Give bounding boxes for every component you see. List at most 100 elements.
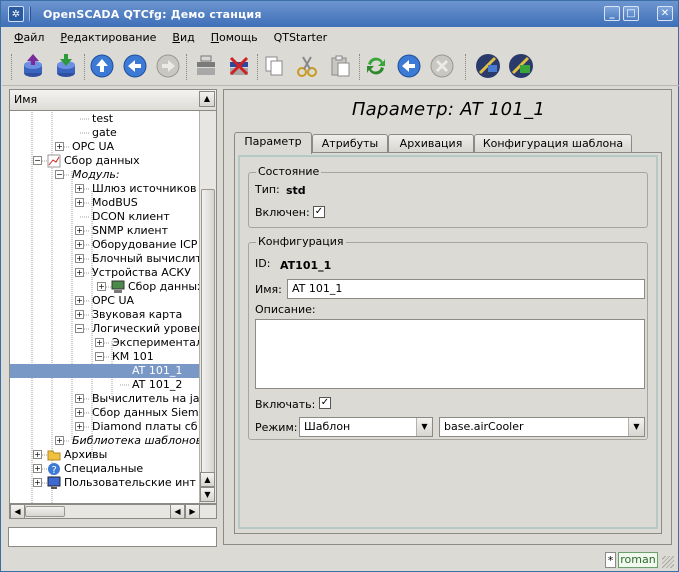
expand-icon[interactable]: + — [75, 310, 84, 319]
tree-header-name[interactable]: Имя ▲ — [9, 89, 217, 111]
enabled-label: Включен: — [255, 206, 310, 219]
tree-item[interactable]: AT 101_1 — [10, 364, 201, 378]
collapse-icon[interactable]: − — [95, 352, 104, 361]
expand-icon[interactable]: + — [55, 436, 64, 445]
copy-icon[interactable] — [260, 52, 288, 80]
tab-content: Состояние Тип: std Включен: ✓ Конфигурац… — [234, 152, 662, 534]
forward-icon[interactable] — [154, 52, 182, 80]
db-load-icon[interactable] — [19, 52, 47, 80]
add-item-icon[interactable] — [192, 52, 220, 80]
delete-item-icon[interactable] — [225, 52, 253, 80]
toolbar — [2, 48, 679, 86]
stop-icon[interactable] — [428, 52, 456, 80]
expand-icon[interactable]: + — [75, 184, 84, 193]
menu-item-1[interactable]: Редактирование — [60, 31, 156, 44]
collapse-icon[interactable]: − — [55, 170, 64, 179]
mode-select[interactable]: Шаблон ▼ — [299, 417, 433, 437]
name-field[interactable]: AT 101_1 — [287, 279, 645, 299]
expand-icon[interactable]: + — [75, 240, 84, 249]
up-icon[interactable] — [88, 52, 116, 80]
state-legend: Состояние — [256, 165, 322, 178]
expand-icon[interactable]: + — [75, 394, 84, 403]
enabled-checkbox[interactable]: ✓ — [313, 206, 325, 218]
tree-vertical-scrollbar[interactable]: ▲ ▼ — [199, 111, 216, 503]
tree-item-label: КМ 101 — [112, 350, 154, 363]
turn-on-checkbox[interactable]: ✓ — [319, 397, 331, 409]
template-select-value: base.airCooler — [444, 420, 524, 433]
tree-item-label: Пользовательские инт — [64, 476, 196, 489]
app-icon[interactable]: ✲ — [8, 6, 24, 22]
scroll-down-arrow-icon[interactable]: ▼ — [200, 487, 215, 502]
expand-icon[interactable]: + — [75, 296, 84, 305]
expand-icon[interactable]: + — [33, 464, 42, 473]
maximize-button[interactable]: □ — [623, 6, 639, 21]
window-title: OpenSCADA QTCfg: Демо станция — [43, 7, 262, 21]
tree-item-label: Звуковая карта — [92, 308, 183, 321]
expand-icon[interactable]: + — [33, 450, 42, 459]
tree-item-label: Diamond платы сб — [92, 420, 198, 433]
id-value: AT101_1 — [280, 259, 332, 272]
start-icon[interactable] — [395, 52, 423, 80]
title-bar[interactable]: ✲ OpenSCADA QTCfg: Демо станция _ □ ✕ — [1, 1, 678, 27]
tab-attributes[interactable]: Атрибуты — [312, 134, 388, 153]
template-select[interactable]: base.airCooler ▼ — [439, 417, 645, 437]
expand-icon[interactable]: + — [75, 198, 84, 207]
resize-grip-icon[interactable] — [662, 556, 674, 568]
monitor-icon — [47, 476, 61, 494]
collapse-icon[interactable]: − — [33, 156, 42, 165]
expand-icon[interactable]: + — [75, 422, 84, 431]
command-input[interactable] — [8, 527, 217, 547]
config-group: Конфигурация ID: AT101_1 Имя: AT 101_1 О… — [248, 235, 648, 440]
config-legend: Конфигурация — [256, 235, 346, 248]
tree-header-label: Имя — [14, 93, 38, 106]
expand-icon[interactable]: + — [97, 282, 106, 291]
tree-hscroll-thumb[interactable] — [25, 506, 65, 517]
tab-archiving[interactable]: Архивация — [388, 134, 474, 153]
expand-icon[interactable]: + — [75, 408, 84, 417]
type-label: Тип: — [255, 183, 280, 196]
tree-item-label: AT 101_1 — [132, 364, 183, 377]
toolbar-handle[interactable] — [11, 54, 15, 80]
back-icon[interactable] — [121, 52, 149, 80]
scroll-up-arrow-icon[interactable]: ▲ — [200, 472, 215, 487]
name-label: Имя: — [255, 283, 282, 296]
chevron-down-icon[interactable]: ▼ — [416, 418, 432, 436]
expand-icon[interactable]: + — [75, 226, 84, 235]
tree-item-label: ModBUS — [92, 196, 138, 209]
main-window: ✲ OpenSCADA QTCfg: Демо станция _ □ ✕ Фа… — [0, 0, 679, 572]
scroll-left-arrow-icon[interactable]: ◀ — [10, 504, 25, 519]
menu-item-0[interactable]: Файл — [14, 31, 44, 44]
collapse-icon[interactable]: − — [75, 324, 84, 333]
tree-item-label: Модуль: — [72, 168, 120, 181]
tree-item-label: Сбор данных — [64, 154, 140, 167]
tree-item-label: DCON клиент — [92, 210, 170, 223]
menu-item-3[interactable]: Помощь — [211, 31, 258, 44]
close-button[interactable]: ✕ — [657, 6, 673, 21]
chevron-down-icon-2[interactable]: ▼ — [628, 418, 644, 436]
tree-scrollbar-thumb[interactable] — [201, 189, 215, 479]
status-user[interactable]: roman — [618, 552, 658, 568]
expand-icon[interactable]: + — [75, 254, 84, 263]
tab-template-config[interactable]: Конфигурация шаблона — [474, 134, 632, 153]
tree-item-label: OPC UA — [92, 294, 135, 307]
db-save-icon[interactable] — [52, 52, 80, 80]
description-textarea[interactable] — [255, 319, 645, 389]
tab-parameter[interactable]: Параметр — [234, 132, 312, 154]
expand-icon[interactable]: + — [75, 268, 84, 277]
tree-horizontal-scrollbar[interactable]: ◀ ◀ ▶ — [9, 504, 217, 519]
expand-icon[interactable]: + — [55, 142, 64, 151]
scroll-up-icon[interactable]: ▲ — [199, 91, 215, 107]
mode-select-value: Шаблон — [304, 420, 351, 433]
paste-icon[interactable] — [326, 52, 354, 80]
qt-config-icon[interactable] — [507, 52, 535, 80]
expand-icon[interactable]: + — [33, 478, 42, 487]
menu-item-2[interactable]: Вид — [172, 31, 194, 44]
minimize-button[interactable]: _ — [604, 6, 620, 21]
refresh-icon[interactable] — [362, 52, 390, 80]
qt-starter-icon[interactable] — [474, 52, 502, 80]
scroll-left-arrow-icon-2[interactable]: ◀ — [170, 504, 185, 519]
scroll-right-arrow-icon[interactable]: ▶ — [185, 504, 200, 519]
cut-icon[interactable] — [293, 52, 321, 80]
menu-item-4[interactable]: QTStarter — [274, 31, 328, 44]
expand-icon[interactable]: + — [95, 338, 104, 347]
